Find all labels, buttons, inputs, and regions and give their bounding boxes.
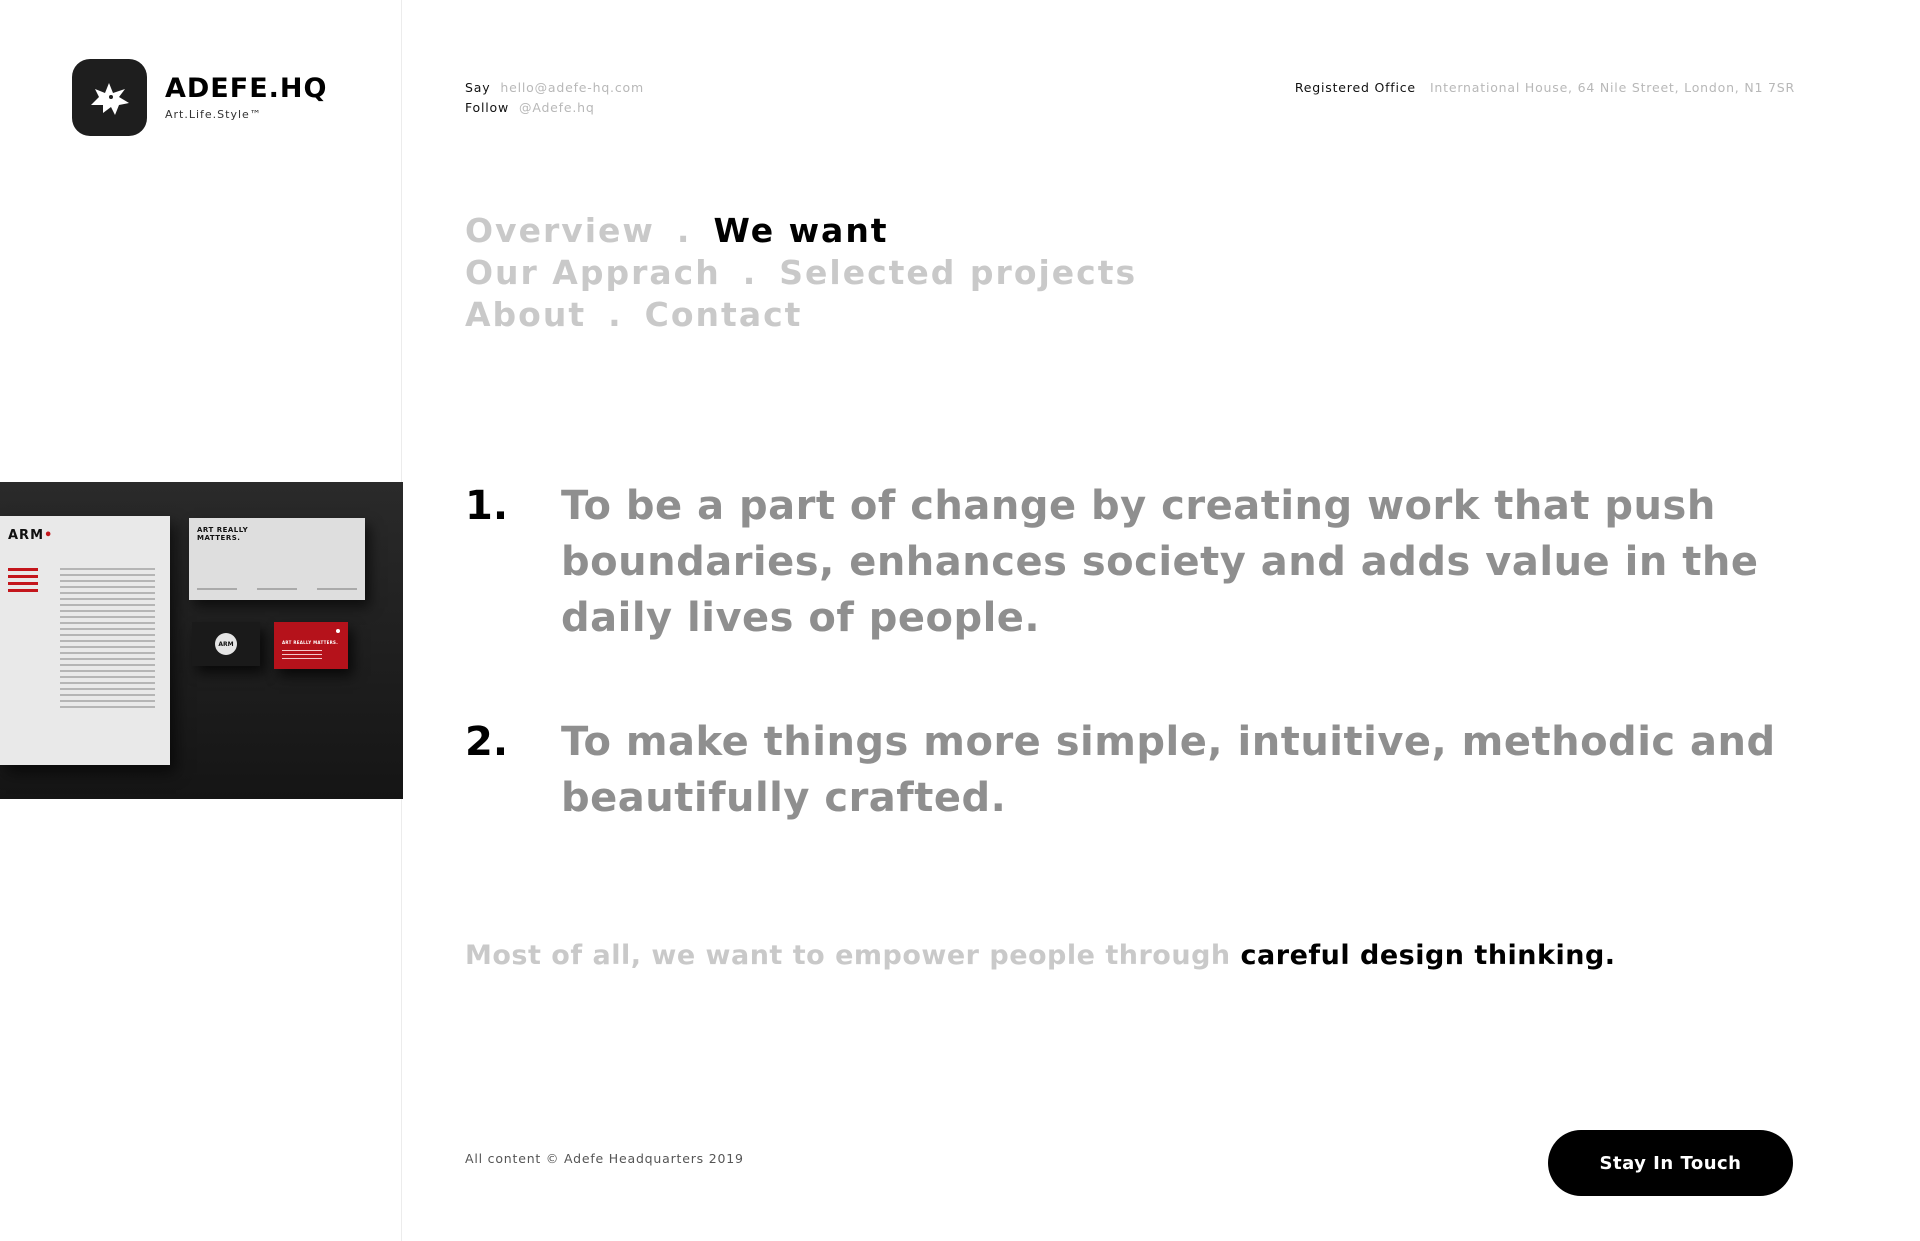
nav-selected-projects[interactable]: Selected projects	[779, 253, 1137, 292]
black-card-mockup: ARM	[192, 622, 260, 666]
sidebar: ADEFE.HQ Art.Life.Style™ ARM• ART REALLY…	[0, 0, 403, 1241]
stationery-mockup-image: ARM• ART REALLY MATTERS. ARM ART REALLY …	[0, 482, 403, 799]
goal-text: To be a part of change by creating work …	[561, 483, 1759, 641]
red-card-mockup: ART REALLY MATTERS.	[274, 622, 348, 669]
follow-label: Follow	[465, 100, 510, 115]
logo-link[interactable]: ADEFE.HQ Art.Life.Style™	[72, 59, 327, 136]
white-card-title: ART REALLY MATTERS.	[197, 526, 249, 542]
goal-number: 1.	[465, 483, 509, 529]
nav-contact[interactable]: Contact	[645, 295, 803, 334]
nav-our-approach[interactable]: Our Apprach	[465, 253, 721, 292]
goal-item: 1. To be a part of change by creating wo…	[465, 478, 1805, 646]
brand-name: ADEFE.HQ	[165, 73, 328, 104]
red-card-title: ART REALLY MATTERS.	[282, 640, 339, 645]
white-card-mockup: ART REALLY MATTERS.	[189, 518, 365, 600]
statement-emphasis: careful design thinking.	[1240, 940, 1616, 971]
letterhead-mockup: ARM•	[0, 516, 170, 765]
globe-icon: ARM	[215, 633, 237, 655]
say-label: Say	[465, 80, 491, 95]
social-handle-link[interactable]: @Adefe.hq	[519, 100, 595, 115]
mission-statement: Most of all, we want to empower people t…	[465, 940, 1616, 971]
nav-about[interactable]: About	[465, 295, 586, 334]
top-bar: Say hello@adefe-hq.com Follow @Adefe.hq Re…	[465, 78, 1795, 118]
brand-tagline: Art.Life.Style™	[165, 108, 262, 121]
office-address: International House, 64 Nile Street, Lon…	[1429, 80, 1795, 95]
office-info: Registered Office International House, 64…	[1295, 78, 1795, 98]
goal-item: 2. To make things more simple, intuitive…	[465, 714, 1805, 826]
goals-list: 1. To be a part of change by creating wo…	[465, 478, 1805, 894]
logo-text: ADEFE.HQ Art.Life.Style™	[165, 73, 328, 122]
main-nav: Overview. We want Our Apprach. Selected pr…	[465, 211, 1138, 334]
nav-overview[interactable]: Overview	[465, 211, 655, 250]
office-label: Registered Office	[1294, 80, 1416, 95]
contact-info: Say hello@adefe-hq.com Follow @Adefe.hq	[465, 78, 644, 118]
winged-horse-icon	[72, 59, 147, 136]
stay-in-touch-button[interactable]: Stay In Touch	[1548, 1130, 1793, 1196]
email-link[interactable]: hello@adefe-hq.com	[500, 80, 644, 95]
goal-number: 2.	[465, 719, 509, 765]
copyright-text: All content © Adefe Headquarters 2019	[465, 1151, 744, 1166]
letterhead-logo: ARM•	[8, 528, 54, 543]
nav-we-want[interactable]: We want	[713, 211, 888, 250]
statement-lead: Most of all, we want to empower people t…	[465, 940, 1241, 971]
goal-text: To make things more simple, intuitive, m…	[561, 719, 1776, 821]
